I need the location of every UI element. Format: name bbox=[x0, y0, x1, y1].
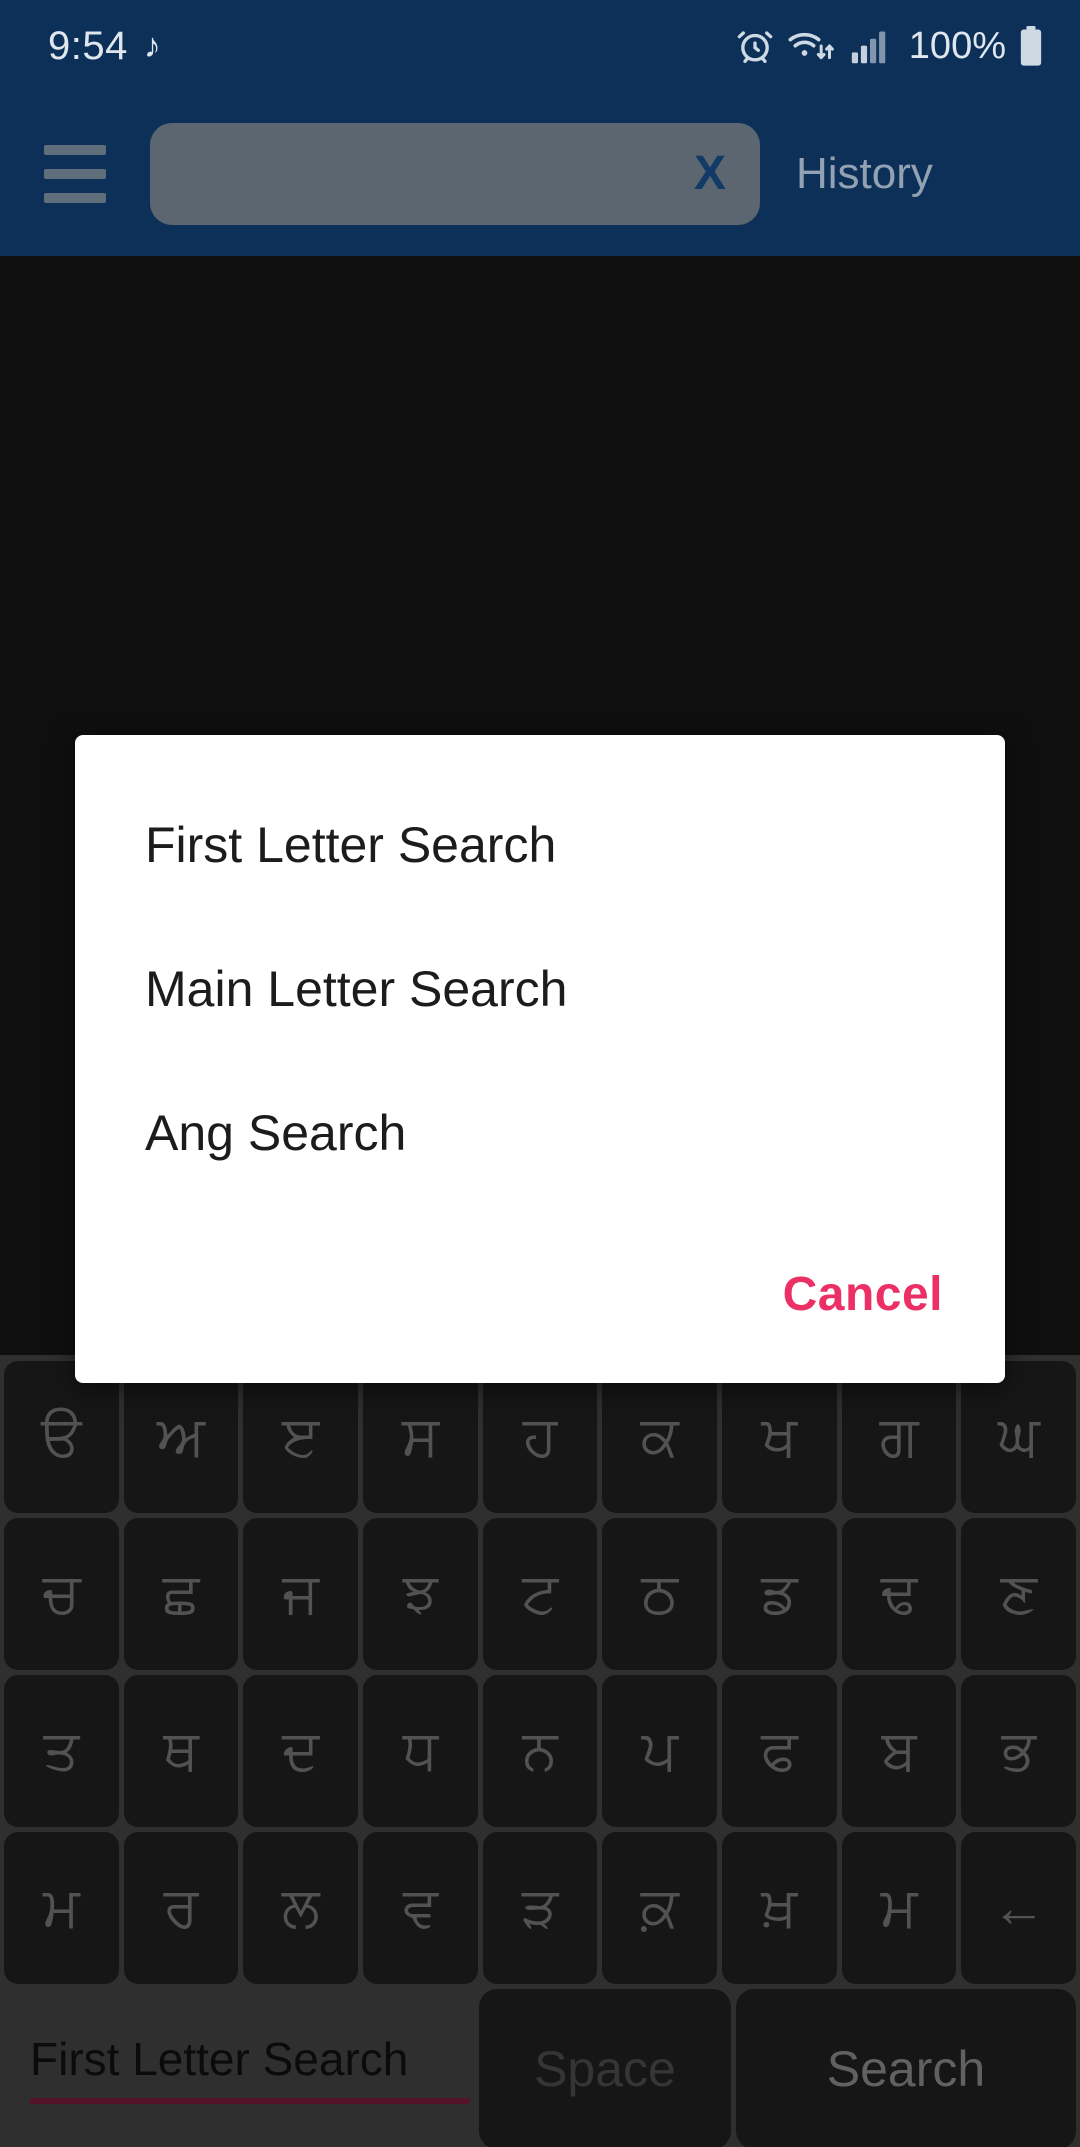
hamburger-menu-icon[interactable] bbox=[0, 92, 150, 256]
dialog-option-main-letter-search[interactable]: Main Letter Search bbox=[75, 917, 1005, 1061]
cancel-button[interactable]: Cancel bbox=[783, 1267, 943, 1322]
dialog-option-list: First Letter Search Main Letter Search A… bbox=[75, 735, 1005, 1205]
battery-full-icon bbox=[1018, 25, 1044, 67]
dialog-actions: Cancel bbox=[75, 1205, 1005, 1383]
status-bar: 9:54 ♪ 100% bbox=[0, 0, 1080, 92]
cellular-signal-icon bbox=[849, 26, 891, 66]
status-bar-right: 100% bbox=[735, 25, 1044, 68]
alarm-clock-icon bbox=[735, 26, 775, 66]
menu-bar-bottom bbox=[44, 193, 106, 203]
battery-percent-label: 100% bbox=[908, 24, 1006, 67]
status-bar-left: 9:54 ♪ bbox=[48, 24, 161, 69]
dialog-option-ang-search[interactable]: Ang Search bbox=[75, 1061, 1005, 1205]
music-note-icon: ♪ bbox=[143, 27, 161, 65]
menu-bar-top bbox=[44, 145, 106, 155]
dialog-option-first-letter-search[interactable]: First Letter Search bbox=[75, 773, 1005, 917]
menu-bar-middle bbox=[44, 169, 106, 179]
wifi-data-icon bbox=[787, 26, 837, 66]
app-bar: X History bbox=[0, 92, 1080, 256]
history-button[interactable]: History bbox=[760, 149, 933, 199]
status-bar-clock: 9:54 bbox=[48, 23, 128, 68]
phone-screen: 9:54 ♪ 100% X History ੳ ਅ ੲ ਸ ਹ ਕ ਖ ਗ ਘ … bbox=[0, 0, 1080, 2147]
search-mode-dialog: First Letter Search Main Letter Search A… bbox=[75, 735, 1005, 1383]
search-field[interactable]: X bbox=[150, 123, 760, 225]
clear-search-button[interactable]: X bbox=[684, 150, 760, 198]
